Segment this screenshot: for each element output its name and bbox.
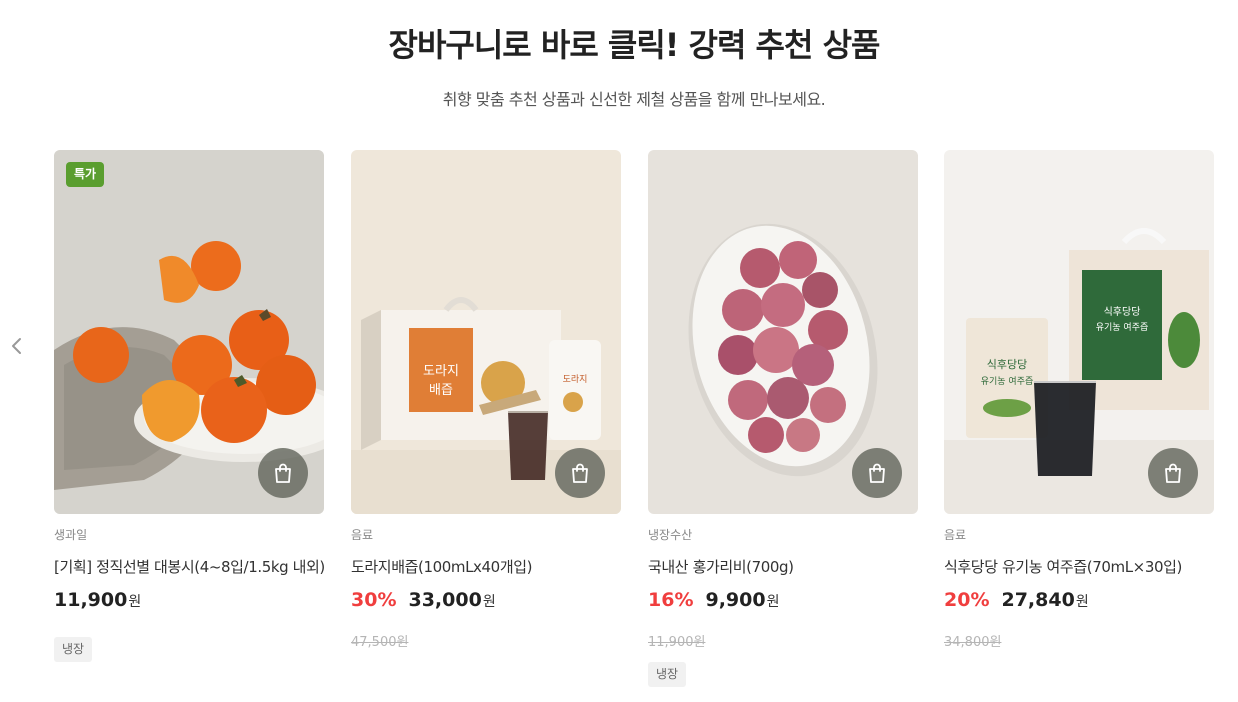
section-subtitle: 취향 맞춤 추천 상품과 신선한 제철 상품을 함께 만나보세요. bbox=[442, 90, 826, 109]
price-row: 30% 33,000 원 bbox=[351, 589, 621, 611]
product-name[interactable]: 식후당당 유기농 여주즙(70mL×30입) bbox=[944, 556, 1214, 577]
pouch-label-line1: 식후당당 bbox=[987, 358, 1027, 371]
currency-label: 원 bbox=[128, 594, 142, 610]
package-label-line2: 배즙 bbox=[429, 383, 453, 398]
product-name[interactable]: [기획] 정직선별 대봉시(4~8입/1.5kg 내외) bbox=[54, 556, 325, 577]
box-label-line2: 유기농 여주즙 bbox=[1096, 321, 1149, 333]
currency-label: 원 bbox=[482, 594, 496, 610]
currency-label: 원 bbox=[1075, 594, 1089, 610]
product-card[interactable]: 식후당당 유기농 여주즙 식후당당 유기농 여주즙 음료 식후당당 유기농 여주… bbox=[944, 150, 1214, 650]
product-image[interactable]: 식후당당 유기농 여주즙 식후당당 유기농 여주즙 bbox=[944, 150, 1214, 514]
product-image[interactable]: 특가 bbox=[54, 150, 324, 514]
product-price: 9,900 bbox=[705, 589, 766, 611]
carousel-prev-button[interactable] bbox=[6, 333, 28, 359]
special-price-badge: 특가 bbox=[66, 162, 105, 187]
product-category: 음료 bbox=[351, 528, 374, 542]
product-price: 27,840 bbox=[1001, 589, 1075, 611]
price-row: 20% 27,840 원 bbox=[944, 589, 1214, 611]
original-price: 47,500원 bbox=[351, 635, 409, 650]
discount-rate: 30% bbox=[351, 589, 397, 611]
shopping-bag-icon bbox=[869, 463, 885, 483]
product-category: 음료 bbox=[944, 528, 967, 542]
price-row: 16% 9,900 원 bbox=[648, 589, 918, 611]
storage-tag: 냉장 bbox=[54, 637, 93, 662]
product-name[interactable]: 도라지배즙(100mLx40개입) bbox=[351, 556, 621, 577]
price-row: 11,900 원 bbox=[54, 589, 324, 611]
product-image[interactable]: 도라지 배즙 도라지 bbox=[351, 150, 621, 514]
product-price: 11,900 bbox=[54, 589, 128, 611]
storage-tag: 냉장 bbox=[648, 662, 687, 687]
product-price: 33,000 bbox=[408, 589, 482, 611]
add-to-cart-button[interactable] bbox=[258, 448, 308, 498]
add-to-cart-button[interactable] bbox=[852, 448, 902, 498]
product-category: 생과일 bbox=[54, 528, 88, 542]
currency-label: 원 bbox=[766, 594, 780, 610]
product-image[interactable] bbox=[648, 150, 918, 514]
discount-rate: 20% bbox=[944, 589, 990, 611]
package-label-line1: 도라지 bbox=[423, 364, 459, 379]
discount-rate: 16% bbox=[648, 589, 694, 611]
shopping-bag-icon bbox=[1165, 463, 1181, 483]
add-to-cart-button[interactable] bbox=[555, 448, 605, 498]
add-to-cart-button[interactable] bbox=[1148, 448, 1198, 498]
box-label-line1: 식후당당 bbox=[1104, 306, 1141, 318]
product-category: 냉장수산 bbox=[648, 528, 693, 542]
shopping-bag-icon bbox=[572, 463, 588, 483]
product-name[interactable]: 국내산 홍가리비(700g) bbox=[648, 556, 918, 577]
product-card[interactable]: 도라지 배즙 도라지 음료 도라지배즙(100mLx40개입) 30% 33,0… bbox=[351, 150, 621, 650]
product-card[interactable]: 냉장수산 국내산 홍가리비(700g) 16% 9,900 원 11,900원 냉… bbox=[648, 150, 918, 687]
pouch-label-line2: 유기농 여주즙 bbox=[981, 375, 1034, 387]
pouch-label: 도라지 bbox=[563, 374, 588, 385]
chevron-left-icon bbox=[12, 338, 21, 354]
product-card[interactable]: 특가 생과일 [기획] 정직선별 대봉시(4~8입/1.5kg 내외) 11,9… bbox=[54, 150, 325, 662]
original-price: 11,900원 bbox=[648, 635, 706, 650]
original-price: 34,800원 bbox=[944, 635, 1002, 650]
shopping-bag-icon bbox=[275, 463, 291, 483]
section-title: 장바구니로 바로 클릭! 강력 추천 상품 bbox=[388, 26, 881, 64]
